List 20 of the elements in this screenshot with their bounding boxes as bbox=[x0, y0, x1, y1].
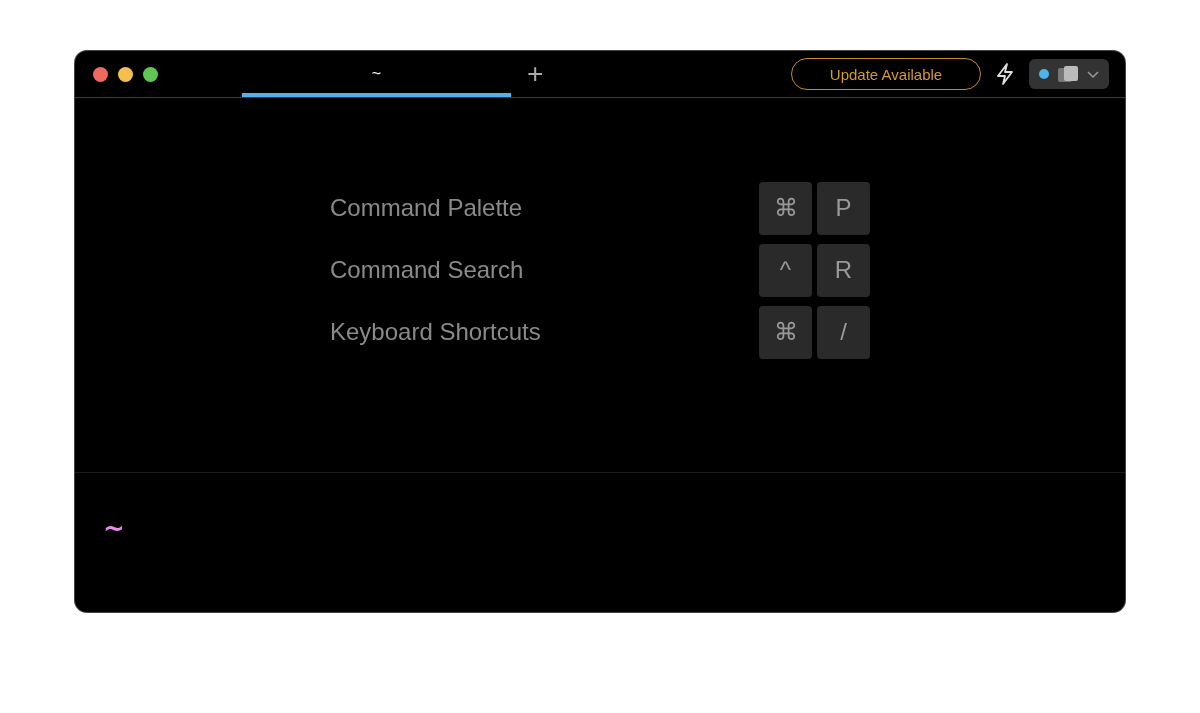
shortcut-label: Keyboard Shortcuts bbox=[330, 318, 542, 346]
shortcut-label: Command Palette bbox=[330, 194, 524, 222]
status-dot-icon bbox=[1039, 69, 1050, 79]
window-control-button[interactable] bbox=[118, 66, 133, 82]
key-cap: R bbox=[817, 243, 870, 297]
key-cap: P bbox=[817, 181, 870, 235]
lightning-icon[interactable] bbox=[995, 63, 1015, 85]
key-cap: ⌘ bbox=[759, 181, 812, 235]
new-tab-button[interactable]: + bbox=[525, 60, 546, 88]
key-cap: ⌘ bbox=[759, 305, 812, 359]
key-cap: / bbox=[817, 305, 870, 359]
window-control-button[interactable] bbox=[143, 66, 158, 82]
window-control-button[interactable] bbox=[93, 66, 108, 82]
profile-menu-button[interactable] bbox=[1029, 59, 1109, 89]
key-cap: ^ bbox=[759, 243, 812, 297]
prompt-text: ~ bbox=[103, 513, 125, 543]
shortcut-label: Command Search bbox=[330, 256, 525, 284]
tab[interactable]: ~ bbox=[242, 51, 511, 97]
chevron-down-icon bbox=[1086, 70, 1099, 78]
panes-icon bbox=[1058, 66, 1078, 82]
